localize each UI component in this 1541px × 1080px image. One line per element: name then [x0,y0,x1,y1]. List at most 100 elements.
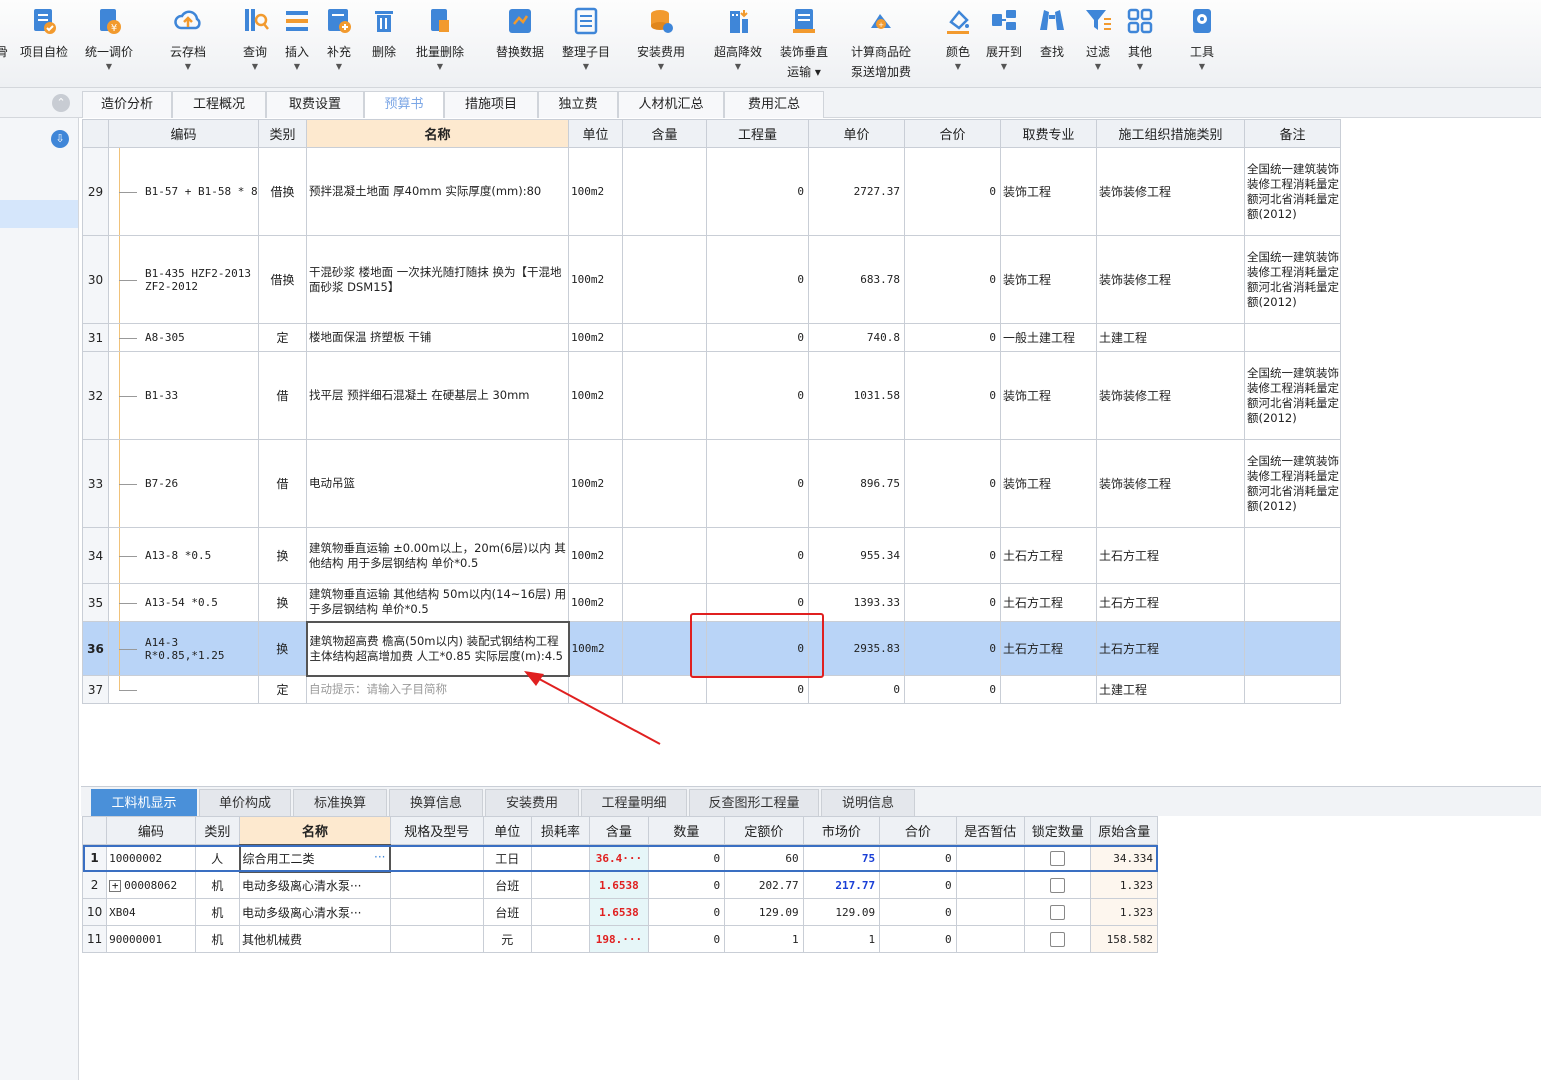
unit-cell[interactable]: 100m2 [568,147,623,236]
tab-conversion-info[interactable]: 换算信息 [389,789,483,817]
measure-category-cell[interactable]: 装饰装修工程 [1096,147,1245,236]
toolbar-color-button[interactable]: 颜色 ▼ [938,4,978,84]
measure-category-cell[interactable]: 土石方工程 [1096,527,1245,584]
sub-header-total[interactable]: 合价 [879,816,957,845]
name-cell[interactable]: 找平层 预拌细石混凝土 在硬基层上 30mm [306,351,569,440]
header-quantity[interactable]: 工程量 [706,119,809,148]
row-number[interactable]: 1 [81,844,108,872]
market-price-cell[interactable]: 129.09 [802,898,881,926]
original-content-cell[interactable]: 34.334 [1090,844,1158,872]
unit-price-cell[interactable]: 683.78 [808,235,905,324]
tab-install-fee[interactable]: 安装费用 [485,789,579,817]
original-content-cell[interactable]: 1.323 [1090,871,1158,899]
tab-reverse-graphic-quantity[interactable]: 反查图形工程量 [689,789,819,817]
toolbar-pump-fee-button[interactable]: + 计算商品砼 泵送增加费 [840,4,922,84]
unit-cell[interactable]: 100m2 [568,351,623,440]
download-icon[interactable]: ⇩ [51,130,69,148]
expand-plus-icon[interactable]: + [109,879,122,892]
unit-cell[interactable]: 100m2 [568,439,623,528]
toolbar-replace-data-button[interactable]: 替换数据 [488,4,552,84]
unit-cell[interactable]: 台班 [482,898,532,926]
lock-quantity-cell[interactable] [1024,871,1092,899]
header-name[interactable]: 名称 [306,119,569,148]
loss-rate-cell[interactable] [530,871,591,899]
tab-independent-fee[interactable]: 独立费 [538,91,618,118]
header-code[interactable]: 编码 [108,119,259,148]
name-cell[interactable]: 楼地面保温 挤塑板 干铺 [306,323,569,352]
note-cell[interactable] [1244,675,1341,704]
estimated-cell[interactable] [955,898,1026,926]
header-total[interactable]: 合价 [904,119,1001,148]
sub-header-estimated[interactable]: 是否暂估 [955,816,1026,845]
fee-specialty-cell[interactable]: 装饰工程 [1000,351,1097,440]
sub-header-original-content[interactable]: 原始含量 [1090,816,1158,845]
content-cell[interactable] [622,147,707,236]
unit-cell[interactable]: 100m2 [568,323,623,352]
quota-price-cell[interactable]: 202.77 [724,871,804,899]
name-cell[interactable]: 预拌混凝土地面 厚40mm 实际厚度(mm):80 [306,147,569,236]
table-row[interactable]: 30 B1-435 HZF2-2013 ZF2-2012 借换 干混砂浆 楼地面 一次… [82,235,1341,324]
measure-category-cell[interactable]: 装饰装修工程 [1096,235,1245,324]
unit-price-cell[interactable]: 2727.37 [808,147,905,236]
sub-header-loss[interactable]: 损耗率 [530,816,591,845]
spec-cell[interactable] [389,898,484,926]
unit-price-cell[interactable]: 955.34 [808,527,905,584]
row-number[interactable]: 34 [82,527,109,584]
unit-price-cell[interactable]: 896.75 [808,439,905,528]
collapse-up-icon[interactable]: ⌃ [52,94,70,112]
market-price-cell[interactable]: 75 [802,844,881,872]
measure-category-cell[interactable]: 土石方工程 [1096,621,1245,676]
toolbar-organize-button[interactable]: 整理子目 ▼ [554,4,618,84]
content-cell[interactable]: 198.··· [589,925,649,953]
row-number[interactable]: 32 [82,351,109,440]
market-price-cell[interactable]: 1 [802,925,881,953]
amount-cell[interactable]: 0 [647,871,726,899]
code-cell[interactable]: +00008062 [106,871,196,899]
estimated-cell[interactable] [955,871,1026,899]
tab-budget-book[interactable]: 预算书 [364,91,444,118]
sidebar-selected-item[interactable] [0,200,78,228]
note-cell[interactable] [1244,621,1341,676]
header-measure-category[interactable]: 施工组织措施类别 [1096,119,1245,148]
tab-labor-material-display[interactable]: 工料机显示 [91,789,197,817]
spec-cell[interactable] [389,844,484,872]
unit-price-cell[interactable]: 740.8 [808,323,905,352]
note-cell[interactable]: 全国统一建筑装饰装修工程消耗量定额河北省消耗量定额(2012) [1244,235,1341,324]
total-cell[interactable]: 0 [904,147,1001,236]
name-cell[interactable]: 电动吊篮 [306,439,569,528]
lock-quantity-cell[interactable] [1024,844,1092,872]
fee-specialty-cell[interactable]: 土石方工程 [1000,583,1097,622]
fee-specialty-cell[interactable] [1000,675,1097,704]
code-cell[interactable]: A13-54 *0.5 [108,583,259,622]
table-row[interactable]: 1 10000002 人综合用工二类 ··· 工日 36.4··· 0 60 75 0 34.334 [81,843,1158,873]
lock-checkbox[interactable] [1050,877,1066,893]
code-cell[interactable]: XB04 [106,898,196,926]
unit-cell[interactable]: 100m2 [568,235,623,324]
content-cell[interactable] [622,527,707,584]
toolbar-vertical-transport-button[interactable]: 装饰垂直 运输 ▾ [772,4,836,84]
unit-price-cell[interactable]: 0 [808,675,905,704]
market-price-cell[interactable]: 217.77 [802,871,881,899]
header-fee-specialty[interactable]: 取费专业 [1000,119,1097,148]
fee-specialty-cell[interactable]: 装饰工程 [1000,235,1097,324]
sub-header-quota-price[interactable]: 定额价 [724,816,804,845]
toolbar-truncated-item[interactable]: 骨 [0,4,8,84]
quantity-cell[interactable]: 0 [706,527,809,584]
tab-unit-price-composition[interactable]: 单价构成 [199,789,291,817]
amount-cell[interactable]: 0 [647,925,726,953]
total-cell[interactable]: 0 [879,871,957,899]
chevron-down-icon[interactable]: ▼ [78,62,140,71]
tab-fee-summary[interactable]: 费用汇总 [724,91,824,118]
quota-price-cell[interactable]: 60 [724,844,804,872]
type-cell[interactable]: 机 [194,898,241,926]
content-cell[interactable] [622,439,707,528]
table-row[interactable]: 34 A13-8 *0.5 换建筑物垂直运输 ±0.00m以上，20m(6层)以内 … [82,527,1341,584]
toolbar-other-button[interactable]: 其他 ▼ [1120,4,1160,84]
loss-rate-cell[interactable] [530,844,591,872]
note-cell[interactable]: 全国统一建筑装饰装修工程消耗量定额河北省消耗量定额(2012) [1244,351,1341,440]
original-content-cell[interactable]: 158.582 [1090,925,1158,953]
toolbar-supplement-button[interactable]: 补充 ▼ [320,4,358,84]
toolbar-cloud-archive-button[interactable]: 云存档 ▼ [160,4,216,84]
chevron-down-icon[interactable]: ▼ [1120,62,1160,71]
fee-specialty-cell[interactable]: 土石方工程 [1000,621,1097,676]
